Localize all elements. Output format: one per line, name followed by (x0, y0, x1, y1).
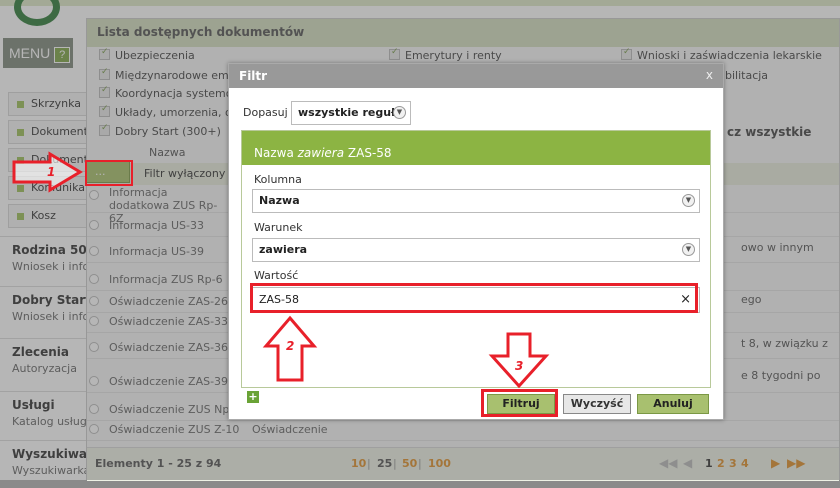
step-2-label: 2 (286, 339, 295, 353)
chevron-down-icon: ▼ (393, 106, 406, 119)
rule-title-op: zawiera (297, 146, 345, 160)
condition-select-value: zawiera (259, 243, 308, 256)
add-rule-button[interactable]: + (247, 391, 259, 403)
rule-title-value: ZAS-58 (344, 146, 392, 160)
step-1-label: 1 (47, 165, 56, 179)
match-select-value: wszystkie reguły (298, 106, 403, 119)
column-select-value: Nazwa (259, 194, 300, 207)
chevron-down-icon: ▼ (682, 243, 695, 256)
highlight-filter-button (481, 389, 558, 417)
column-select[interactable]: Nazwa ▼ (252, 189, 700, 213)
cancel-button[interactable]: Anuluj (637, 394, 709, 414)
match-select[interactable]: wszystkie reguły ▼ (291, 101, 411, 125)
close-icon[interactable]: x (706, 68, 713, 82)
condition-label: Warunek (254, 221, 303, 234)
rule-title-column: Nazwa (254, 146, 298, 160)
highlight-value-input (250, 283, 698, 313)
highlight-dots-button (85, 160, 133, 186)
match-label: Dopasuj (243, 106, 288, 119)
column-label: Kolumna (254, 173, 302, 186)
clear-button[interactable]: Wyczyść (563, 394, 631, 414)
filter-rule-box: Nazwa zawiera ZAS-58 Kolumna Nazwa ▼ Waru… (241, 130, 711, 388)
condition-select[interactable]: zawiera ▼ (252, 238, 700, 262)
filter-dialog: Filtr x Dopasuj wszystkie reguły ▼ Nazwa … (228, 63, 724, 420)
step-3-label: 3 (515, 359, 524, 373)
dialog-title: Filtr (229, 64, 723, 88)
value-label: Wartość (254, 269, 299, 282)
chevron-down-icon: ▼ (682, 194, 695, 207)
rule-header: Nazwa zawiera ZAS-58 (242, 131, 710, 165)
